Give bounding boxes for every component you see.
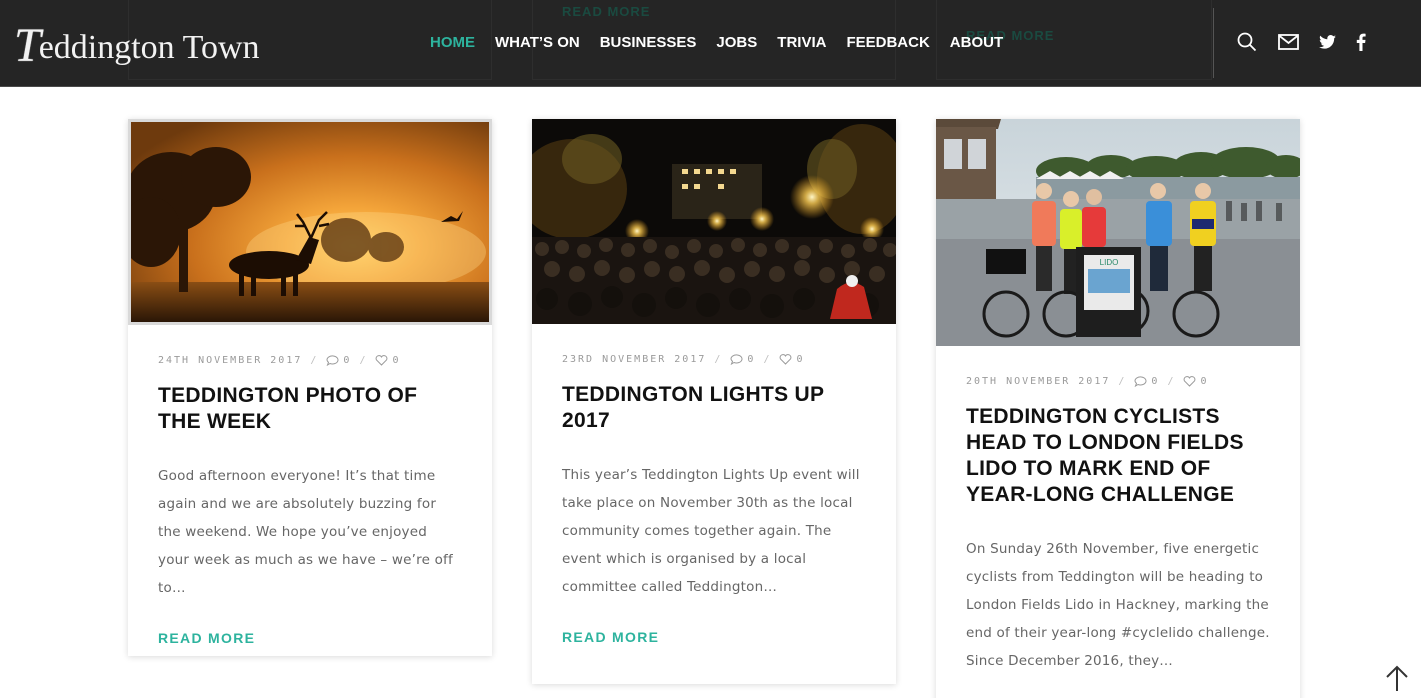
site-header: READ MORE READ MORE T eddington Town HOM… xyxy=(0,0,1421,87)
read-more-link[interactable]: READ MORE xyxy=(562,629,659,645)
comment-count[interactable]: 0 xyxy=(747,354,755,365)
twitter-icon[interactable] xyxy=(1316,31,1338,53)
nav-item-whats-on[interactable]: WHAT’S ON xyxy=(485,34,590,51)
nav-item-businesses[interactable]: BUSINESSES xyxy=(590,34,707,51)
post-meta: 23RD NOVEMBER 2017 / 0 / 0 xyxy=(562,354,805,365)
post-title[interactable]: TEDDINGTON LIGHTS UP 2017 xyxy=(562,382,866,434)
post-excerpt: This year’s Teddington Lights Up event w… xyxy=(562,467,860,595)
back-to-top-arrow-icon[interactable] xyxy=(1384,664,1410,692)
post-date: 20TH NOVEMBER 2017 xyxy=(966,376,1111,387)
heart-icon[interactable] xyxy=(779,354,792,365)
facebook-icon[interactable] xyxy=(1350,31,1372,53)
mail-icon[interactable] xyxy=(1277,31,1299,53)
post-card: 23RD NOVEMBER 2017 / 0 / 0 TEDDINGTON LI… xyxy=(532,119,896,684)
lido-sign-text: LIDO xyxy=(1100,258,1119,267)
like-count[interactable]: 0 xyxy=(796,354,804,365)
post-title[interactable]: TEDDINGTON PHOTO OF THE WEEK xyxy=(158,383,462,435)
post-title[interactable]: TEDDINGTON CYCLISTS HEAD TO LONDON FIELD… xyxy=(966,404,1270,508)
logo-text: eddington Town xyxy=(38,29,260,66)
post-card: 24TH NOVEMBER 2017 / 0 / 0 TEDDINGTON PH… xyxy=(128,119,492,656)
post-card: LIDO 20TH NOVEMBER 2017 / 0 / 0 TEDDINGT… xyxy=(936,119,1300,698)
post-excerpt: On Sunday 26th November, five energetic … xyxy=(966,541,1270,669)
comment-count[interactable]: 0 xyxy=(343,355,351,366)
heart-icon[interactable] xyxy=(375,355,388,366)
post-meta: 24TH NOVEMBER 2017 / 0 / 0 xyxy=(158,355,401,366)
heart-icon[interactable] xyxy=(1183,376,1196,387)
post-image-cyclists-lido[interactable]: LIDO xyxy=(936,119,1300,346)
post-date: 23RD NOVEMBER 2017 xyxy=(562,354,707,365)
nav-item-about[interactable]: ABOUT xyxy=(940,34,1013,51)
read-more-link[interactable]: READ MORE xyxy=(158,630,255,646)
nav-item-feedback[interactable]: FEEDBACK xyxy=(836,34,939,51)
search-icon[interactable] xyxy=(1236,31,1258,53)
header-divider xyxy=(1213,8,1214,78)
site-logo[interactable]: T eddington Town xyxy=(14,14,260,70)
comment-icon[interactable] xyxy=(1134,376,1147,387)
comment-icon[interactable] xyxy=(326,355,339,366)
like-count[interactable]: 0 xyxy=(1200,376,1208,387)
nav-item-home[interactable]: HOME xyxy=(420,34,485,51)
nav-item-jobs[interactable]: JOBS xyxy=(706,34,767,51)
post-image-lights-up-crowd[interactable] xyxy=(532,119,896,324)
nav-item-trivia[interactable]: TRIVIA xyxy=(767,34,836,51)
logo-initial: T xyxy=(14,19,41,72)
comment-icon[interactable] xyxy=(730,354,743,365)
post-image-stag-sunrise[interactable] xyxy=(128,119,492,325)
post-excerpt: Good afternoon everyone! It’s that time … xyxy=(158,468,453,596)
post-meta: 20TH NOVEMBER 2017 / 0 / 0 xyxy=(966,376,1209,387)
post-date: 24TH NOVEMBER 2017 xyxy=(158,355,303,366)
like-count[interactable]: 0 xyxy=(392,355,400,366)
comment-count[interactable]: 0 xyxy=(1151,376,1159,387)
main-nav: HOME WHAT’S ON BUSINESSES JOBS TRIVIA FE… xyxy=(420,0,1013,84)
